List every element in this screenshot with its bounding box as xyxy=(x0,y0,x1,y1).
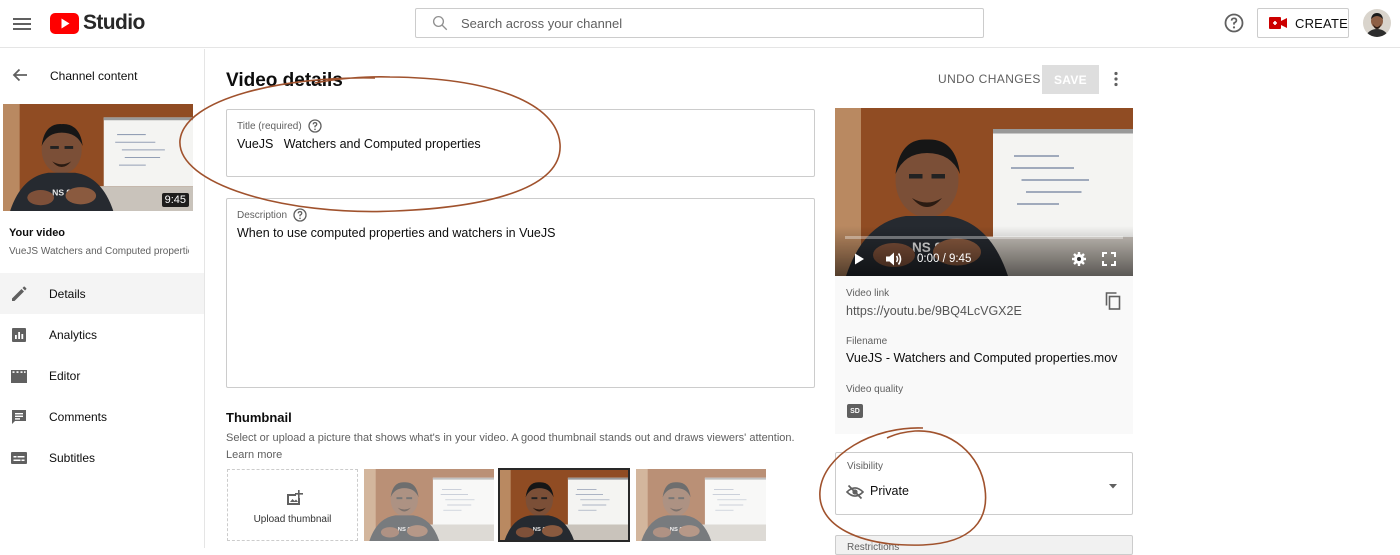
play-icon[interactable] xyxy=(851,251,867,267)
sidebar-item-label: Editor xyxy=(49,368,81,383)
sidebar-item-comments[interactable]: Comments xyxy=(0,396,204,437)
duration-badge: 9:45 xyxy=(161,193,189,207)
learn-more-link[interactable]: Learn more xyxy=(226,449,282,461)
search-bar[interactable] xyxy=(415,8,984,38)
menu-icon[interactable] xyxy=(10,12,34,36)
search-icon xyxy=(432,15,448,31)
description-field-label: Description xyxy=(237,207,308,223)
logo-text: Studio xyxy=(83,11,145,34)
title-field-label: Title (required) xyxy=(237,118,323,134)
thumbnail-description: Select or upload a picture that shows wh… xyxy=(226,432,795,461)
visibility-value: Private xyxy=(870,484,909,498)
top-bar: Studio CREATE xyxy=(0,0,1400,48)
description-input[interactable]: When to use computed properties and watc… xyxy=(237,226,555,240)
undo-changes-button[interactable]: UNDO CHANGES xyxy=(938,72,1041,86)
sidebar-item-analytics[interactable]: Analytics xyxy=(0,314,204,355)
sidebar-item-details[interactable]: Details xyxy=(0,273,204,314)
subtitles-icon xyxy=(0,449,38,467)
sidebar-item-label: Subtitles xyxy=(49,450,96,465)
sidebar-item-label: Comments xyxy=(49,409,108,424)
thumbnail-option[interactable] xyxy=(636,469,766,541)
analytics-icon xyxy=(0,326,38,344)
description-field[interactable]: Description When to use computed propert… xyxy=(226,198,815,388)
thumbnail-option[interactable] xyxy=(364,469,494,541)
more-options-icon[interactable] xyxy=(1106,69,1126,89)
title-input[interactable]: VueJS Watchers and Computed properties xyxy=(237,137,481,151)
youtube-logo-icon xyxy=(50,12,79,34)
sidebar-item-label: Analytics xyxy=(49,327,98,342)
video-camera-plus-icon xyxy=(1269,17,1287,29)
sidebar-item-editor[interactable]: Editor xyxy=(0,355,204,396)
video-quality-label: Video quality xyxy=(846,384,904,395)
volume-icon[interactable] xyxy=(885,251,903,267)
video-preview-panel: 0:00 / 9:45 Video link https://youtu.be/… xyxy=(835,108,1133,434)
sidebar-nav: Details Analytics Editor Comments Subtit… xyxy=(0,273,204,478)
upload-thumbnail-button[interactable]: Upload thumbnail xyxy=(227,469,358,541)
help-icon[interactable] xyxy=(307,118,323,134)
visibility-label: Visibility xyxy=(847,461,883,472)
sidebar-item-label: Details xyxy=(49,286,86,301)
sidebar-item-subtitles[interactable]: Subtitles xyxy=(0,437,204,478)
sidebar-video-title: VueJS Watchers and Computed properties..… xyxy=(9,246,189,257)
upload-thumbnail-label: Upload thumbnail xyxy=(253,514,332,525)
video-link[interactable]: https://youtu.be/9BQ4LcVGX2E xyxy=(846,304,1022,318)
create-label: CREATE xyxy=(1295,15,1348,31)
progress-bar[interactable] xyxy=(845,236,1123,239)
restrictions-dropdown[interactable]: Restrictions xyxy=(835,535,1133,555)
avatar[interactable] xyxy=(1363,9,1391,37)
comments-icon xyxy=(0,408,38,426)
create-button[interactable]: CREATE xyxy=(1257,8,1349,38)
eye-off-icon xyxy=(846,484,864,500)
help-icon[interactable] xyxy=(292,207,308,223)
editor-icon xyxy=(0,367,38,385)
search-input[interactable] xyxy=(461,15,941,31)
pencil-icon xyxy=(0,285,38,303)
settings-gear-icon[interactable] xyxy=(1071,251,1087,267)
visibility-dropdown[interactable]: Visibility Private xyxy=(835,452,1133,515)
filename-value: VueJS - Watchers and Computed properties… xyxy=(846,351,1118,365)
help-icon[interactable] xyxy=(1222,11,1246,35)
playback-time: 0:00 / 9:45 xyxy=(917,253,972,265)
player-controls-gradient xyxy=(835,226,1133,276)
dropdown-arrow-icon xyxy=(1109,484,1117,489)
copy-icon[interactable] xyxy=(1103,291,1123,311)
sd-quality-badge: SD xyxy=(847,404,863,418)
channel-content-link[interactable]: Channel content xyxy=(50,69,137,83)
your-video-label: Your video xyxy=(9,227,66,239)
page-title: Video details xyxy=(226,70,343,91)
video-link-label: Video link xyxy=(846,288,890,299)
save-button[interactable]: SAVE xyxy=(1042,65,1099,94)
studio-logo[interactable]: Studio xyxy=(50,11,145,35)
filename-label: Filename xyxy=(846,336,888,347)
video-player[interactable]: 0:00 / 9:45 xyxy=(835,108,1133,276)
thumbnail-heading: Thumbnail xyxy=(226,410,292,425)
fullscreen-icon[interactable] xyxy=(1101,251,1117,267)
add-photo-icon xyxy=(287,490,303,505)
title-field[interactable]: Title (required) VueJS Watchers and Comp… xyxy=(226,109,815,177)
back-arrow-icon[interactable] xyxy=(10,65,30,85)
thumbnail-option-selected[interactable] xyxy=(498,468,630,542)
sidebar: Channel content 9:45 Your video VueJS Wa… xyxy=(0,49,205,548)
sidebar-video-thumbnail[interactable]: 9:45 xyxy=(3,104,193,211)
